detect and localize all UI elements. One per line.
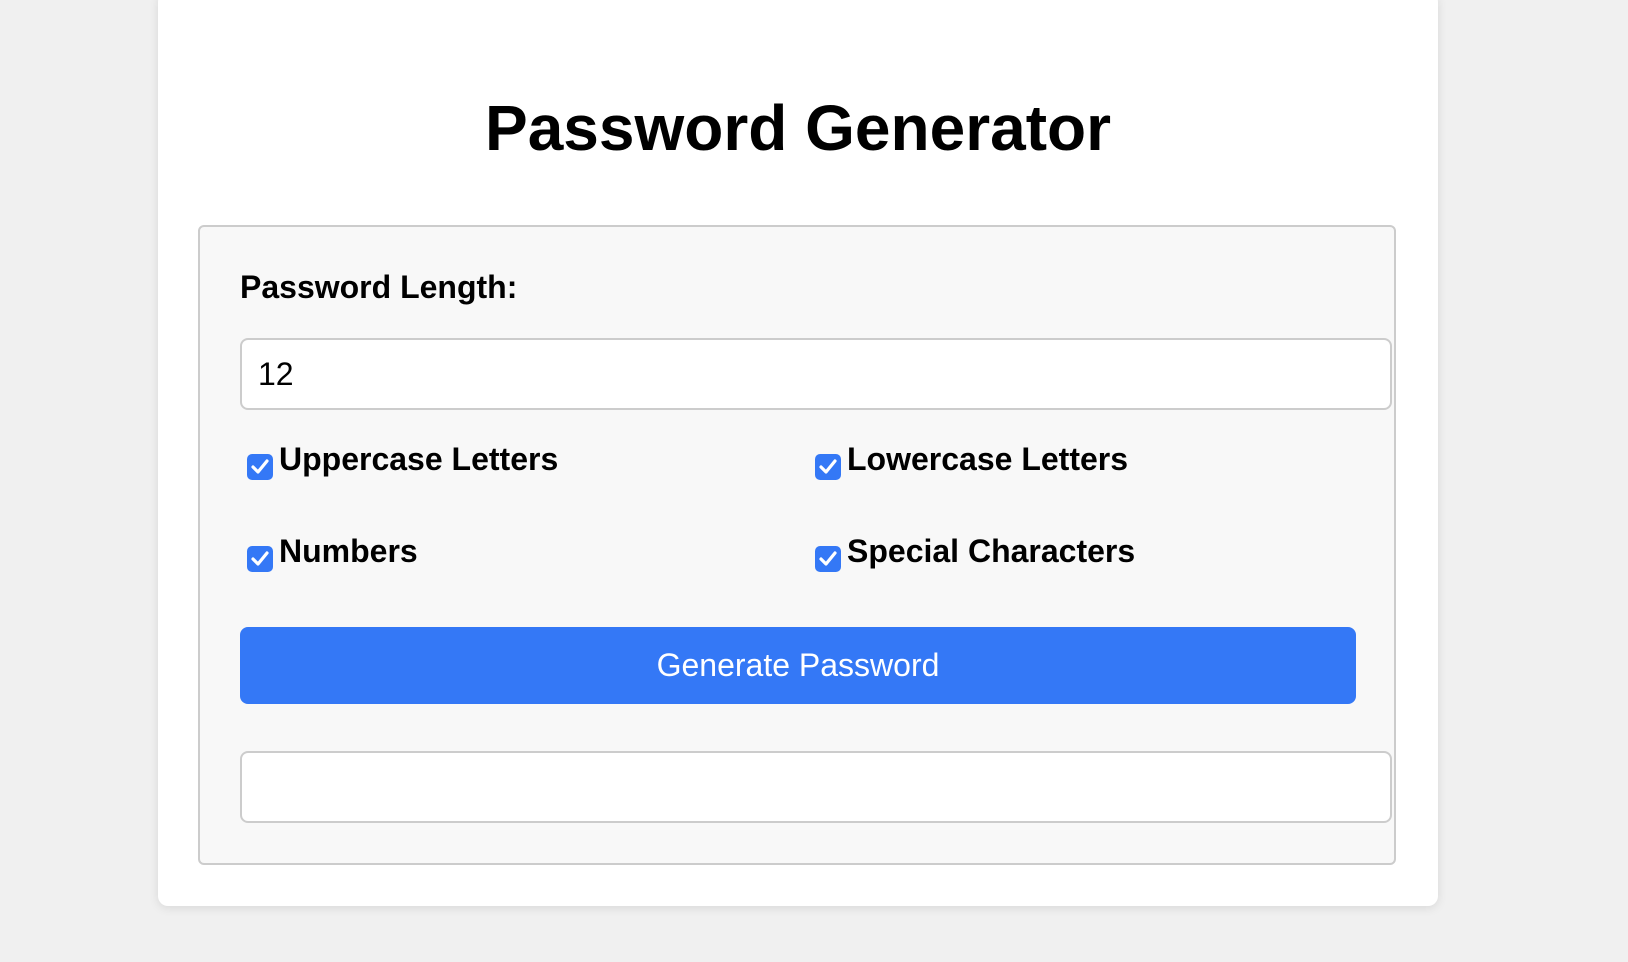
special-characters-label: Special Characters (847, 533, 1136, 569)
generator-panel: Password Length: Uppercase Letters Lower… (198, 225, 1396, 865)
password-length-input[interactable] (240, 338, 1392, 410)
checkmark-icon (819, 459, 837, 474)
generate-password-button[interactable]: Generate Password (240, 627, 1356, 704)
checkmark-icon (819, 551, 837, 566)
special-characters-option[interactable]: Special Characters (815, 531, 1135, 572)
uppercase-checkbox[interactable] (247, 454, 273, 480)
uppercase-label: Uppercase Letters (279, 441, 559, 477)
special-characters-checkbox[interactable] (815, 546, 841, 572)
numbers-option[interactable]: Numbers (247, 531, 418, 572)
lowercase-option[interactable]: Lowercase Letters (815, 439, 1128, 480)
uppercase-option[interactable]: Uppercase Letters (247, 439, 558, 480)
password-generator-card: Password Generator Password Length: Uppe… (158, 0, 1438, 906)
page-title: Password Generator (485, 92, 1111, 164)
password-length-label: Password Length: (240, 269, 518, 305)
lowercase-label: Lowercase Letters (847, 441, 1129, 477)
numbers-label: Numbers (279, 533, 418, 569)
numbers-checkbox[interactable] (247, 546, 273, 572)
generated-password-field[interactable] (240, 751, 1392, 823)
checkmark-icon (251, 551, 269, 566)
lowercase-checkbox[interactable] (815, 454, 841, 480)
checkmark-icon (251, 459, 269, 474)
